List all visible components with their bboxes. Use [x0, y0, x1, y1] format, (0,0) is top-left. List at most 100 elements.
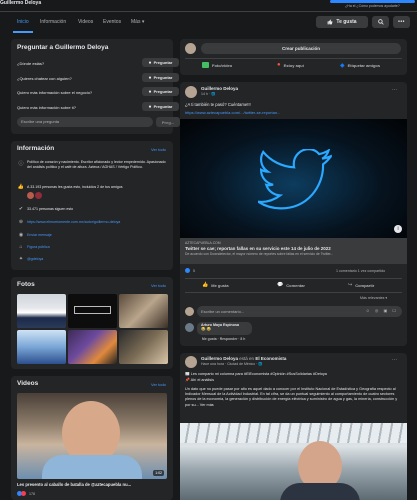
checkin-button[interactable]: ● Estoy aquí	[277, 62, 304, 68]
photo-thumb[interactable]	[17, 294, 66, 328]
info-website-row[interactable]: ⊕ https://www.elimorriomente.com.mx/auto…	[17, 219, 167, 225]
info-category-row[interactable]: ⌂ Figura pública	[17, 244, 167, 250]
link-preview-meta[interactable]: AZTECAPUEBLA.COM Twitter se cae; reporta…	[180, 238, 407, 264]
ask-button-label: Preguntar	[153, 89, 173, 94]
link-domain: AZTECAPUEBLA.COM	[185, 241, 221, 245]
post-comments-shares[interactable]: 1 comentario 1 vez compartido	[336, 269, 385, 273]
video-duration: 1:02	[153, 470, 164, 476]
tab-home[interactable]: Inicio	[17, 19, 29, 25]
post-text: ¿A ti también te pasó? Cuéntame!!!	[185, 102, 251, 107]
comment-icon: 💬	[277, 282, 284, 288]
post-options-button[interactable]: ···	[392, 357, 397, 363]
reply-actions[interactable]: Me gusta · Responder · 8 h	[202, 337, 245, 341]
avatar[interactable]	[185, 86, 197, 98]
globe-icon: ⊕	[18, 219, 24, 225]
messenger-icon: ●	[148, 103, 152, 110]
post-author[interactable]: Guillermo Deloya	[201, 356, 238, 361]
post-author[interactable]: Guillermo Deloya	[201, 86, 238, 91]
share-button[interactable]: ↪ Compartir	[348, 282, 374, 288]
comment-sort[interactable]: Más relevantes ▾	[360, 296, 387, 300]
photo-thumb[interactable]	[119, 330, 168, 364]
post-time: 14 h · 🌐	[201, 92, 215, 96]
like-page-button[interactable]: Te gusta	[316, 16, 368, 28]
photo-video-button[interactable]: Foto/video	[202, 62, 232, 68]
action-divider	[185, 292, 402, 293]
video-caption[interactable]: Les presento al caballo de batalla de @a…	[17, 482, 175, 487]
like-button[interactable]: 👍 Me gusta	[202, 282, 229, 288]
post-image-ceiling	[180, 423, 407, 443]
tab-info[interactable]: Información	[40, 19, 66, 25]
ask-input[interactable]: Escribe una pregunta	[17, 117, 153, 127]
info-message[interactable]: Enviar mensaje	[27, 233, 52, 237]
info-see-all[interactable]: Ver todo	[151, 147, 166, 152]
ask-input-button[interactable]: Preg...	[156, 117, 180, 127]
ask-question-button[interactable]: ● Preguntar	[142, 87, 179, 96]
info-followers: 33.471 personas siguen esto	[27, 207, 74, 211]
tab-events[interactable]: Eventos	[103, 19, 121, 25]
link-description: De acuerdo con Downdetector, el mayor nú…	[185, 252, 334, 256]
photo-icon	[202, 62, 209, 68]
comment-emoji-icons[interactable]: ☺ ◎ ▣ ☐	[366, 308, 398, 313]
info-website[interactable]: https://www.elimorriomente.com.mx/autor/…	[27, 220, 120, 224]
photo-thumb[interactable]	[68, 330, 117, 364]
post-options-button[interactable]: ···	[392, 87, 397, 93]
info-message-row[interactable]: ◉ Enviar mensaje	[17, 232, 167, 238]
ask-question-button[interactable]: ● Preguntar	[142, 102, 179, 111]
post-time-text: 14 h ·	[201, 92, 211, 96]
photos-see-all[interactable]: Ver todo	[151, 283, 166, 288]
videos-see-all[interactable]: Ver todo	[151, 382, 166, 387]
ask-card: Preguntar a Guillermo Deloya ¿Dónde está…	[11, 39, 180, 134]
info-category[interactable]: Figura pública	[27, 245, 50, 249]
ask-question-button[interactable]: ● Preguntar	[142, 73, 179, 82]
help-tip[interactable]: ¿Ha el ¿Cómo podemos ayudarte?	[330, 0, 415, 8]
info-icon: ⓘ	[18, 161, 24, 167]
info-twitter-row[interactable]: ✦ @gdeloya	[17, 256, 167, 262]
like-reaction-icon	[185, 268, 190, 273]
tag-friends-button[interactable]: ◆ Etiquetar amigos	[340, 62, 380, 69]
video-reactions: 178	[17, 491, 35, 496]
followers-icon: ✔	[18, 206, 24, 212]
photos-card: Fotos Ver todo	[11, 277, 173, 369]
link-preview-image[interactable]: i	[180, 119, 407, 238]
thumbs-up-icon	[327, 19, 333, 25]
post-reaction-count: 5	[193, 268, 195, 273]
avatar[interactable]	[185, 356, 197, 368]
photo-thumb[interactable]	[68, 294, 117, 328]
tab-videos[interactable]: Videos	[78, 19, 93, 25]
post-reactions[interactable]: 5	[185, 268, 195, 273]
comment-input[interactable]: Escribe un comentario... ☺ ◎ ▣ ☐	[197, 306, 402, 317]
info-handle[interactable]: @gdeloya	[27, 257, 43, 261]
post-place[interactable]: El Economista	[255, 356, 286, 361]
info-overlay-icon[interactable]: i	[394, 225, 402, 233]
videos-title: Videos	[17, 380, 39, 387]
post-context: está en	[239, 356, 255, 361]
thumbs-up-icon: 👍	[17, 184, 25, 190]
more-options-button[interactable]: •••	[393, 16, 410, 28]
action-divider	[185, 278, 402, 279]
video-thumbnail[interactable]: 1:02	[17, 393, 167, 479]
profile-name-small: Guillermo Deloya	[0, 0, 42, 6]
search-button[interactable]	[372, 16, 389, 28]
post-header: Guillermo Deloya está en El Economista	[201, 356, 286, 361]
photo-thumb[interactable]	[119, 294, 168, 328]
reply-bubble: Arturo Maya Espinosa 😂 😂	[197, 322, 252, 335]
post-image-person-body	[280, 483, 360, 500]
post-card: Guillermo Deloya 14 h · 🌐 ··· ¿A ti tamb…	[180, 82, 407, 346]
info-followers-row: ✔ 33.471 personas siguen esto	[17, 206, 167, 212]
info-likes-row: 👍 A 33.193 personas les gusta esto, incl…	[17, 184, 167, 190]
photo-thumb[interactable]	[17, 330, 66, 364]
video-person-shirt	[42, 455, 142, 479]
create-post-button[interactable]: Crear publicación	[201, 43, 401, 54]
videos-card: Videos Ver todo 1:02 Les presento al cab…	[11, 376, 173, 500]
comment-button[interactable]: 💬 Comentar	[277, 282, 305, 288]
share-icon: ↪	[348, 282, 353, 288]
ask-button-label: Preguntar	[153, 75, 173, 80]
ask-button-label: Preguntar	[153, 60, 173, 65]
info-title: Información	[17, 145, 55, 152]
tab-more[interactable]: Más ▾	[131, 19, 144, 25]
post-image[interactable]	[180, 423, 407, 500]
avatar	[185, 323, 194, 332]
post-url[interactable]: https://www.aztecapuebla.com/.../twitter…	[185, 110, 280, 115]
ask-question-button[interactable]: ● Preguntar	[142, 58, 179, 67]
post-line: 📌 Ahí el análisis	[185, 378, 214, 382]
